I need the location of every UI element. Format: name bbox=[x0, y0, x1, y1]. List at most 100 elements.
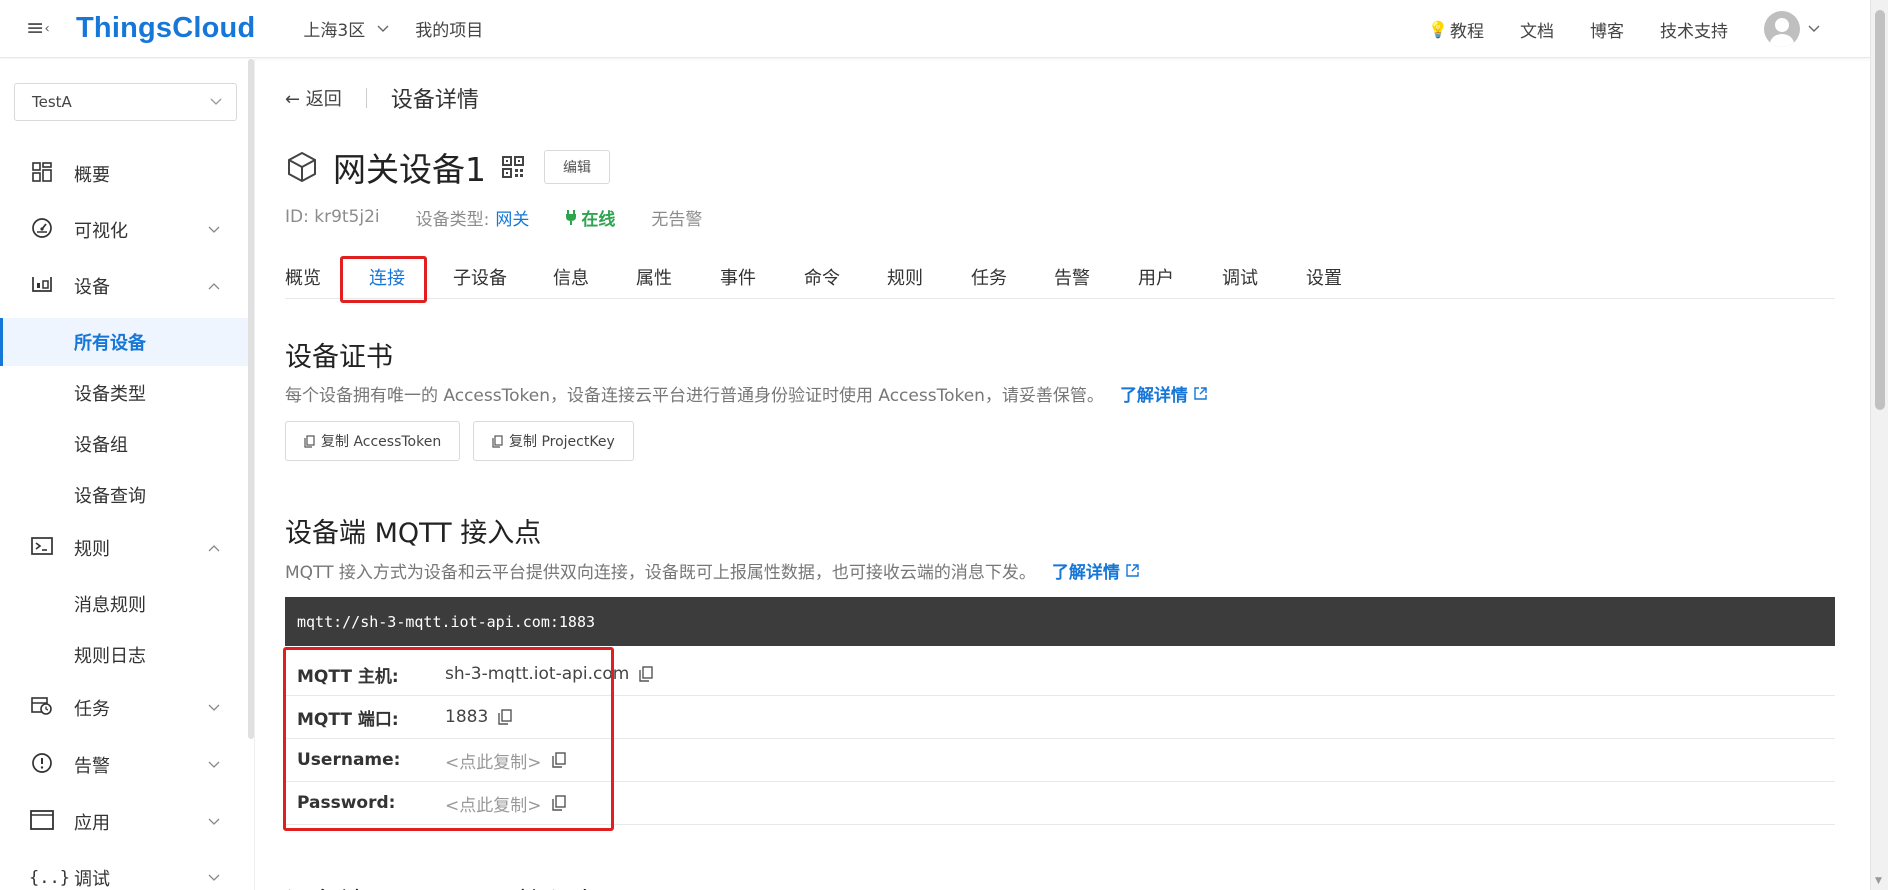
tab-rules[interactable]: 规则 bbox=[887, 255, 923, 299]
mqtt-endpoint[interactable]: mqtt://sh-3-mqtt.iot-api.com:1883 bbox=[285, 597, 1835, 646]
sidebar-item-debug[interactable]: {..} 调试 bbox=[0, 853, 248, 890]
debug-braces-icon: {..} bbox=[29, 868, 70, 888]
copy-accesstoken-button[interactable]: 复制 AccessToken bbox=[285, 421, 461, 461]
mqtt-port-label: MQTT 端口: bbox=[297, 709, 399, 730]
chevron-down-icon bbox=[210, 98, 222, 105]
project-select[interactable]: TestA bbox=[14, 83, 237, 121]
chevron-down-icon bbox=[208, 701, 220, 716]
lightbulb-icon: 💡 bbox=[1428, 19, 1448, 39]
copy-icon[interactable] bbox=[551, 795, 566, 811]
sidebar-item-alerts[interactable]: 告警 bbox=[0, 740, 248, 790]
edit-button[interactable]: 编辑 bbox=[544, 150, 610, 184]
qr-code-icon[interactable] bbox=[502, 156, 524, 178]
tab-alerts[interactable]: 告警 bbox=[1054, 255, 1090, 299]
sidebar-item-apps[interactable]: 应用 bbox=[0, 797, 248, 847]
sidebar-item-overview[interactable]: 概要 bbox=[0, 149, 248, 199]
mqtt-password-text[interactable]: <点此复制> bbox=[445, 791, 542, 816]
avatar bbox=[1764, 11, 1800, 47]
status-label: 在线 bbox=[581, 209, 616, 230]
page-scrollbar[interactable]: ▼ bbox=[1870, 0, 1888, 890]
copy-projectkey-button[interactable]: 复制 ProjectKey bbox=[473, 421, 634, 461]
task-clock-icon bbox=[29, 696, 55, 721]
chevron-down-icon bbox=[377, 25, 389, 32]
sidebar-item-label: 概要 bbox=[74, 165, 110, 186]
sidebar-item-tasks[interactable]: 任务 bbox=[0, 683, 248, 733]
sidebar-item-devices[interactable]: 设备 bbox=[0, 261, 248, 311]
breadcrumb: ← 返回 设备详情 bbox=[285, 83, 479, 113]
copy-icon[interactable] bbox=[639, 666, 654, 682]
sidebar: TestA 概要 可视化 设备 所有设备 设备类型 设备组 设备查询 规则 消息… bbox=[0, 59, 255, 890]
tutorial-link[interactable]: 💡 教程 bbox=[1428, 17, 1484, 42]
tab-debug[interactable]: 调试 bbox=[1222, 255, 1258, 299]
sidebar-item-device-groups[interactable]: 设备组 bbox=[0, 420, 248, 468]
tab-info[interactable]: 信息 bbox=[553, 255, 589, 299]
tab-events[interactable]: 事件 bbox=[720, 255, 756, 299]
region-selector[interactable]: 上海3区 bbox=[303, 16, 389, 41]
project-select-value: TestA bbox=[32, 93, 72, 111]
scroll-down-arrow-icon[interactable]: ▼ bbox=[1875, 876, 1882, 886]
sidebar-item-device-query[interactable]: 设备查询 bbox=[0, 471, 248, 519]
sidebar-item-device-types[interactable]: 设备类型 bbox=[0, 369, 248, 417]
mqtt-password-value[interactable]: <点此复制> bbox=[445, 791, 566, 816]
sidebar-item-visualization[interactable]: 可视化 bbox=[0, 205, 248, 255]
chevron-up-icon bbox=[208, 541, 220, 556]
sidebar-item-label: 消息规则 bbox=[74, 595, 146, 616]
tab-users[interactable]: 用户 bbox=[1138, 255, 1174, 299]
sidebar-item-all-devices[interactable]: 所有设备 bbox=[0, 318, 248, 366]
tls-section-title: 设备端 MQTT TLS 接入点 bbox=[285, 881, 598, 890]
logo[interactable]: ThingsCloud bbox=[76, 12, 255, 45]
support-link[interactable]: 技术支持 bbox=[1660, 17, 1728, 42]
copy-icon[interactable] bbox=[498, 709, 512, 725]
tab-overview[interactable]: 概览 bbox=[285, 255, 321, 299]
sidebar-item-label: 任务 bbox=[74, 699, 110, 720]
sidebar-item-rules[interactable]: 规则 bbox=[0, 523, 248, 573]
chevron-down-icon bbox=[208, 871, 220, 886]
divider bbox=[365, 88, 367, 108]
tab-attributes[interactable]: 属性 bbox=[636, 255, 672, 299]
sidebar-item-label: 可视化 bbox=[74, 221, 128, 242]
mqtt-username-value[interactable]: <点此复制> bbox=[445, 748, 566, 773]
copy-icon[interactable] bbox=[551, 752, 566, 768]
mqtt-section-desc: MQTT 接入方式为设备和云平台提供双向连接，设备既可上报属性数据，也可接收云端… bbox=[285, 558, 1139, 583]
my-projects-link[interactable]: 我的项目 bbox=[415, 16, 483, 41]
sidebar-item-label: 设备查询 bbox=[74, 486, 146, 507]
device-tabs: 概览 连接 子设备 信息 属性 事件 命令 规则 任务 告警 用户 调试 设置 bbox=[285, 255, 1835, 299]
tab-connection[interactable]: 连接 bbox=[369, 255, 405, 299]
scrollbar-thumb[interactable] bbox=[1875, 10, 1885, 410]
user-menu[interactable] bbox=[1764, 11, 1820, 47]
blog-link[interactable]: 博客 bbox=[1590, 17, 1624, 42]
chevron-down-icon bbox=[1808, 25, 1820, 32]
mqtt-host-text: sh-3-mqtt.iot-api.com bbox=[445, 664, 630, 684]
tab-commands[interactable]: 命令 bbox=[804, 255, 840, 299]
gauge-icon bbox=[29, 217, 55, 244]
device-id: ID: kr9t5j2i bbox=[285, 207, 380, 227]
learn-more-link[interactable]: 了解详情 bbox=[1052, 558, 1139, 583]
cert-section-title: 设备证书 bbox=[285, 342, 393, 373]
dashboard-icon bbox=[29, 161, 55, 187]
plug-icon bbox=[566, 210, 577, 225]
copy-accesstoken-label: 复制 AccessToken bbox=[321, 434, 442, 450]
mqtt-section-title: 设备端 MQTT 接入点 bbox=[285, 518, 542, 549]
device-type-link[interactable]: 网关 bbox=[495, 205, 529, 230]
sidebar-item-label: 应用 bbox=[74, 813, 110, 834]
menu-collapse-icon[interactable]: ≡‹ bbox=[26, 16, 52, 41]
tab-settings[interactable]: 设置 bbox=[1306, 255, 1342, 299]
docs-link[interactable]: 文档 bbox=[1520, 17, 1554, 42]
sidebar-item-rule-logs[interactable]: 规则日志 bbox=[0, 631, 248, 679]
sidebar-item-message-rules[interactable]: 消息规则 bbox=[0, 580, 248, 628]
cube-icon bbox=[288, 151, 316, 183]
tab-sub-devices[interactable]: 子设备 bbox=[453, 255, 507, 299]
status-badge: 在线 bbox=[565, 205, 615, 230]
copy-icon bbox=[304, 434, 315, 448]
learn-more-link[interactable]: 了解详情 bbox=[1120, 381, 1207, 406]
sidebar-item-label: 设备类型 bbox=[74, 384, 146, 405]
sidebar-item-label: 告警 bbox=[74, 756, 110, 777]
page-title: 设备详情 bbox=[390, 88, 479, 113]
back-button[interactable]: ← 返回 bbox=[285, 85, 342, 111]
mqtt-username-text[interactable]: <点此复制> bbox=[445, 748, 542, 773]
cert-desc-text: 每个设备拥有唯一的 AccessToken，设备连接云平台进行普通身份验证时使用… bbox=[285, 386, 1104, 406]
tab-tasks[interactable]: 任务 bbox=[971, 255, 1007, 299]
sidebar-scrollbar[interactable] bbox=[248, 59, 254, 739]
mqtt-port-value: 1883 bbox=[445, 707, 512, 727]
mqtt-port-row: MQTT 端口: 1883 bbox=[285, 696, 1835, 739]
